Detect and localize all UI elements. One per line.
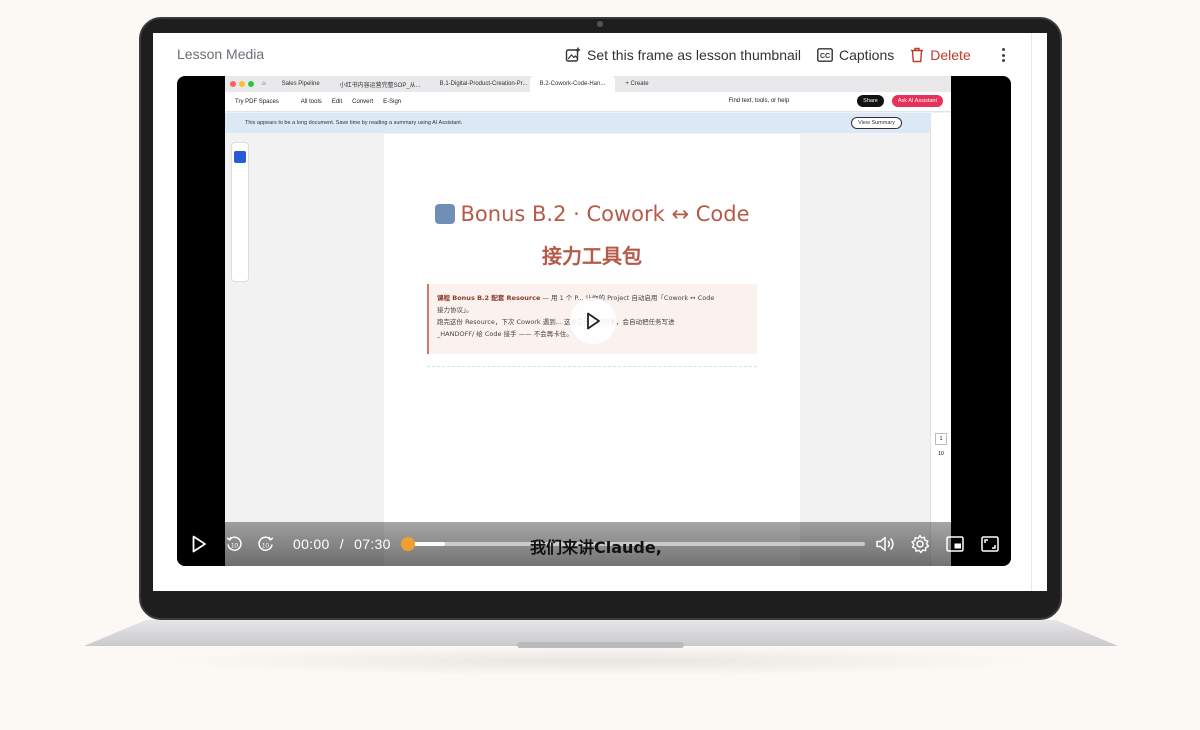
pdf-menu-item: Edit [331, 98, 343, 105]
video-subtitle: 我们来讲Claude, [530, 538, 662, 557]
fullscreen-button[interactable] [981, 536, 999, 557]
fullscreen-icon [981, 536, 999, 552]
pdf-menu-item: E-Sign [383, 98, 402, 105]
laptop-shadow [150, 646, 1050, 676]
svg-text:CC: CC [820, 53, 830, 60]
kebab-icon[interactable] [997, 45, 1009, 65]
pdf-search-text: Find text, tools, or help [728, 98, 790, 104]
play-button[interactable] [191, 535, 207, 558]
callout-bold: 课程 Bonus B.2 配套 Resource [437, 294, 541, 302]
rewind-10-icon: 10 [226, 536, 242, 551]
pdf-brand: Try PDF Spaces [235, 98, 279, 105]
picture-in-picture-icon [946, 536, 964, 552]
media-actions: Set this frame as lesson thumbnail CC Ca… [565, 44, 991, 66]
browser-tab: 小红书内容运营完整SOP_从... [339, 82, 421, 89]
time-display: 00:00 / 07:30 [293, 536, 391, 552]
captions-label: Captions [839, 47, 895, 63]
svg-text:10: 10 [231, 543, 239, 550]
pdf-menu-item: All tools [300, 98, 322, 105]
summary-banner-text: This appears to be a long document. Save… [245, 120, 463, 126]
browser-tab: Sales Pipeline [281, 81, 320, 87]
summary-banner: This appears to be a long document. Save… [225, 113, 930, 133]
progress-thumb[interactable] [401, 537, 415, 551]
home-icon: ⌂ [262, 81, 266, 87]
time-separator: / [339, 536, 344, 552]
window-controls [230, 81, 254, 87]
delete-button[interactable]: Delete [910, 47, 971, 63]
video-player[interactable]: ⌂ Sales Pipeline 小红书内容运营完整SOP_从... B.1-D… [177, 76, 1011, 566]
svg-text:10: 10 [262, 543, 270, 550]
browser-tab-new: + Create [625, 81, 649, 87]
laptop-camera [597, 21, 603, 27]
set-thumbnail-button[interactable]: Set this frame as lesson thumbnail [565, 47, 801, 63]
panel-divider [1031, 33, 1032, 591]
current-time: 00:00 [293, 536, 330, 552]
pdf-right-rail [930, 113, 951, 566]
browser-tab-active: B.2-Cowork-Code-Han... [529, 76, 616, 92]
doc-subtitle: 接力工具包 [542, 244, 642, 268]
set-thumbnail-label: Set this frame as lesson thumbnail [587, 47, 801, 63]
pip-button[interactable] [946, 536, 964, 557]
refresh-emoji-icon [434, 204, 455, 224]
pdf-page-current: 1 [935, 433, 947, 445]
pdf-toolbar: Try PDF Spaces All tools Edit Convert E-… [225, 92, 951, 112]
image-plus-icon [565, 47, 581, 63]
rewind-10-button[interactable]: 10 [225, 535, 243, 558]
pdf-menu-item: Convert [352, 98, 374, 105]
cursor-tool-icon [234, 151, 246, 163]
pdf-ai-button: Ask AI Assistant [891, 95, 943, 107]
doc-title: Bonus B.2 · Cowork ↔ Code [384, 202, 800, 226]
lesson-media-title: Lesson Media [177, 46, 265, 62]
browser-tab: B.1-Digital-Product-Creation-Pr... [439, 81, 528, 87]
forward-10-button[interactable]: 10 [257, 535, 275, 558]
callout-text: — 用 1 个 P... 让你的 Project 自动启用「Cowork ↔ C… [540, 294, 715, 302]
forward-10-icon: 10 [258, 536, 274, 551]
duration: 07:30 [354, 536, 391, 552]
captions-button[interactable]: CC Captions [817, 47, 894, 63]
pdf-page-total: 10 [938, 451, 944, 457]
delete-label: Delete [930, 47, 971, 63]
trash-icon [910, 47, 924, 63]
volume-icon [876, 536, 894, 552]
gear-icon [911, 534, 930, 554]
volume-button[interactable] [875, 535, 895, 558]
settings-button[interactable] [910, 534, 930, 559]
pdf-share-button: Share [857, 95, 884, 107]
pdf-toolbar-right: Find text, tools, or help Share Ask AI A… [728, 95, 943, 107]
laptop-base-notch [517, 642, 684, 648]
play-icon [192, 535, 206, 553]
pdf-left-toolbar [231, 142, 249, 282]
page-separator [427, 366, 757, 367]
center-play-button[interactable] [570, 298, 616, 344]
doc-title-text: Bonus B.2 · Cowork ↔ Code [460, 202, 750, 226]
view-summary-button: View Summary [851, 117, 902, 129]
cc-icon: CC [817, 48, 833, 62]
play-icon [587, 312, 600, 330]
pdf-page: Bonus B.2 · Cowork ↔ Code 接力工具包 课程 Bonus… [384, 134, 800, 566]
browser-tabbar: ⌂ Sales Pipeline 小红书内容运营完整SOP_从... B.1-D… [225, 76, 951, 92]
